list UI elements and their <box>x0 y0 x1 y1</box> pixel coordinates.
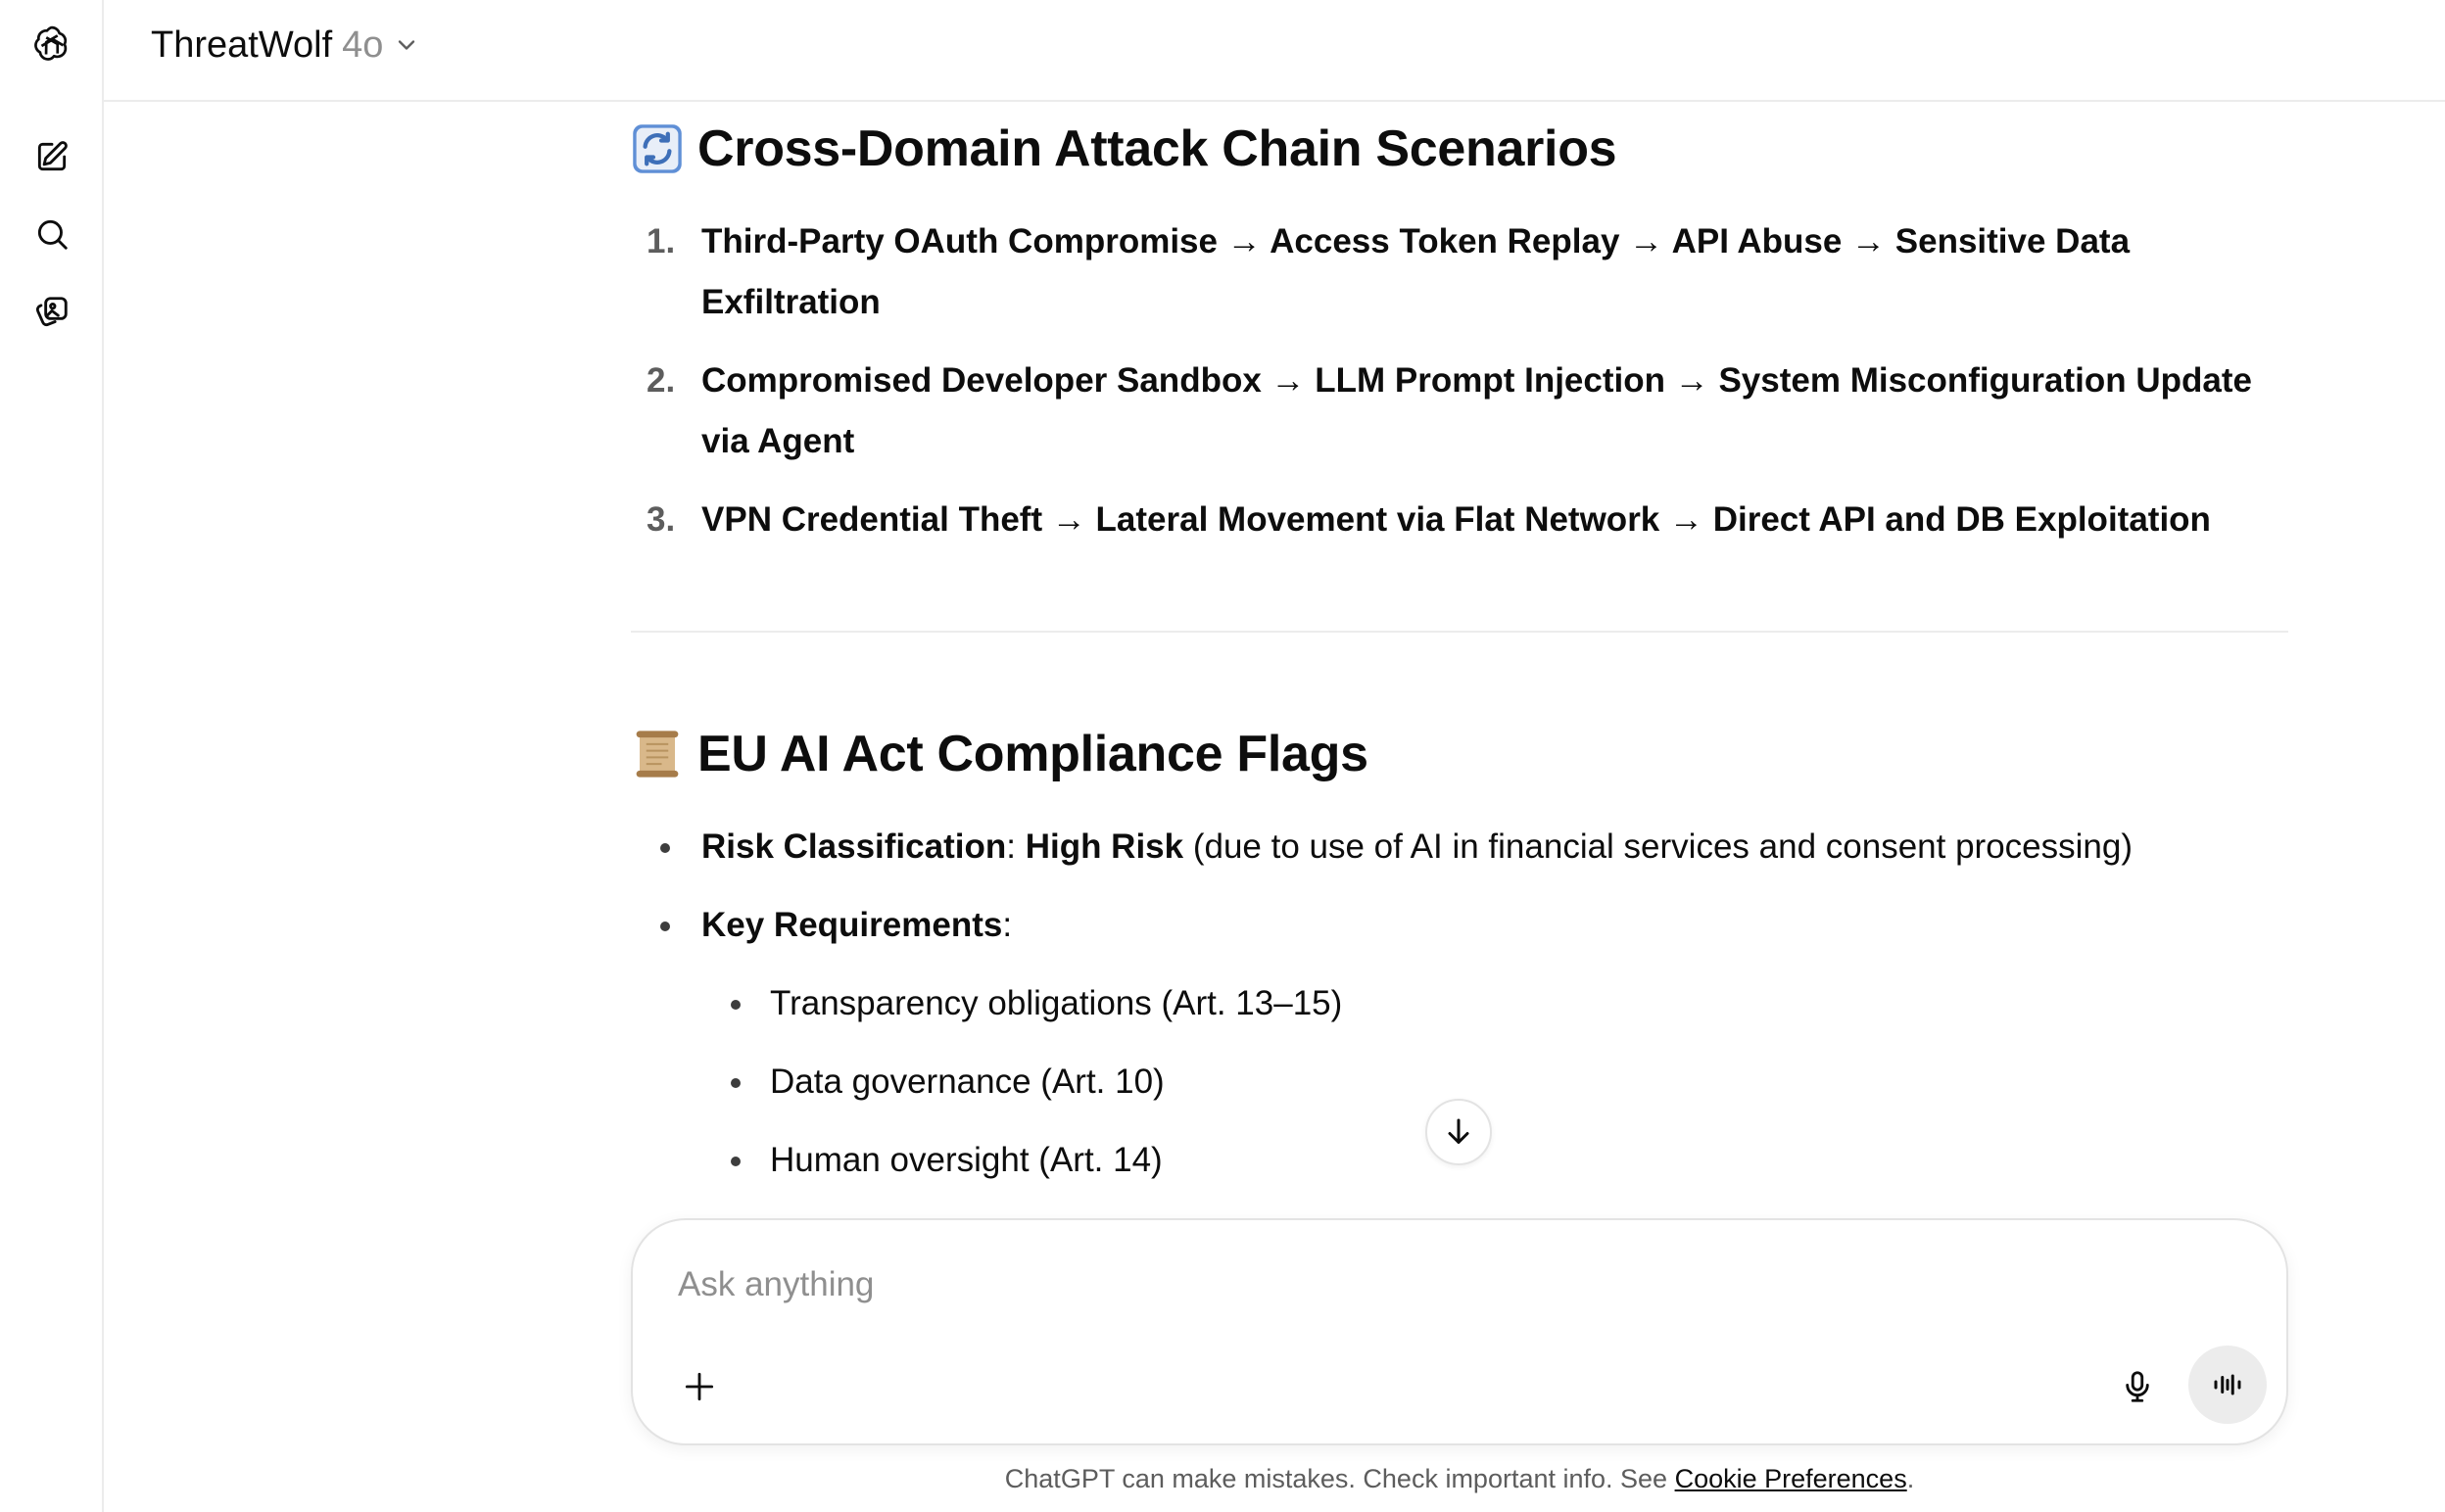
new-chat-icon <box>37 141 68 171</box>
composer <box>631 1218 2288 1445</box>
list-item: 3. VPN Credential Theft → Lateral Moveme… <box>647 500 2211 539</box>
plus-icon <box>685 1372 714 1401</box>
openai-logo-icon[interactable] <box>24 17 79 71</box>
attach-button[interactable] <box>672 1359 727 1414</box>
library-button[interactable] <box>24 285 79 340</box>
voice-mode-button[interactable] <box>2188 1346 2267 1424</box>
top-header: ThreatWolf 4o <box>104 0 2445 102</box>
section-title-compliance: EU AI Act Compliance Flags <box>631 725 1368 783</box>
microphone-icon <box>2126 1371 2149 1402</box>
cookie-preferences-link[interactable]: Cookie Preferences <box>1675 1464 1907 1493</box>
new-chat-button[interactable] <box>24 129 79 184</box>
section-title-attack-chains: Cross-Domain Attack Chain Scenarios <box>631 119 1617 178</box>
section-title-text: EU AI Act Compliance Flags <box>697 726 1368 782</box>
repeat-emoji-icon <box>631 122 684 175</box>
chevron-down-icon <box>399 40 415 50</box>
section-title-text: Cross-Domain Attack Chain Scenarios <box>697 120 1617 177</box>
list-item: 2. Compromised Developer Sandbox → LLM P… <box>647 361 2252 460</box>
dictate-button[interactable] <box>2110 1359 2165 1414</box>
model-picker[interactable]: ThreatWolf 4o <box>143 20 428 71</box>
conversation-content: Cross-Domain Attack Chain Scenarios 1. T… <box>631 102 2288 1208</box>
footer-disclaimer: ChatGPT can make mistakes. Check importa… <box>1004 1464 1915 1493</box>
scroll-emoji-icon <box>631 728 684 780</box>
arrow-down-icon <box>1448 1118 1469 1144</box>
section-divider <box>631 631 2288 633</box>
search-button[interactable] <box>24 207 79 261</box>
model-version: 4o <box>342 24 384 66</box>
prompt-input[interactable] <box>678 1257 2147 1312</box>
requirements-sublist: Transparency obligations (Art. 13–15) Da… <box>701 973 2288 1191</box>
model-name: ThreatWolf <box>151 24 333 66</box>
attack-chain-list: 1. Third-Party OAuth Compromise → Access… <box>631 212 2288 568</box>
voice-waveform-icon <box>2214 1374 2241 1395</box>
list-item: Human oversight (Art. 14) <box>701 1130 2288 1191</box>
list-item: Data governance (Art. 10) <box>701 1052 2288 1112</box>
search-icon <box>37 219 68 250</box>
scroll-to-bottom-button[interactable] <box>1425 1099 1492 1165</box>
list-item: 1. Third-Party OAuth Compromise → Access… <box>647 222 2131 321</box>
list-item: Transparency obligations (Art. 13–15) <box>701 973 2288 1034</box>
list-item-risk-classification: Risk Classification: High Risk (due to u… <box>631 817 2288 877</box>
left-rail <box>0 0 104 1512</box>
library-icon <box>35 297 68 327</box>
